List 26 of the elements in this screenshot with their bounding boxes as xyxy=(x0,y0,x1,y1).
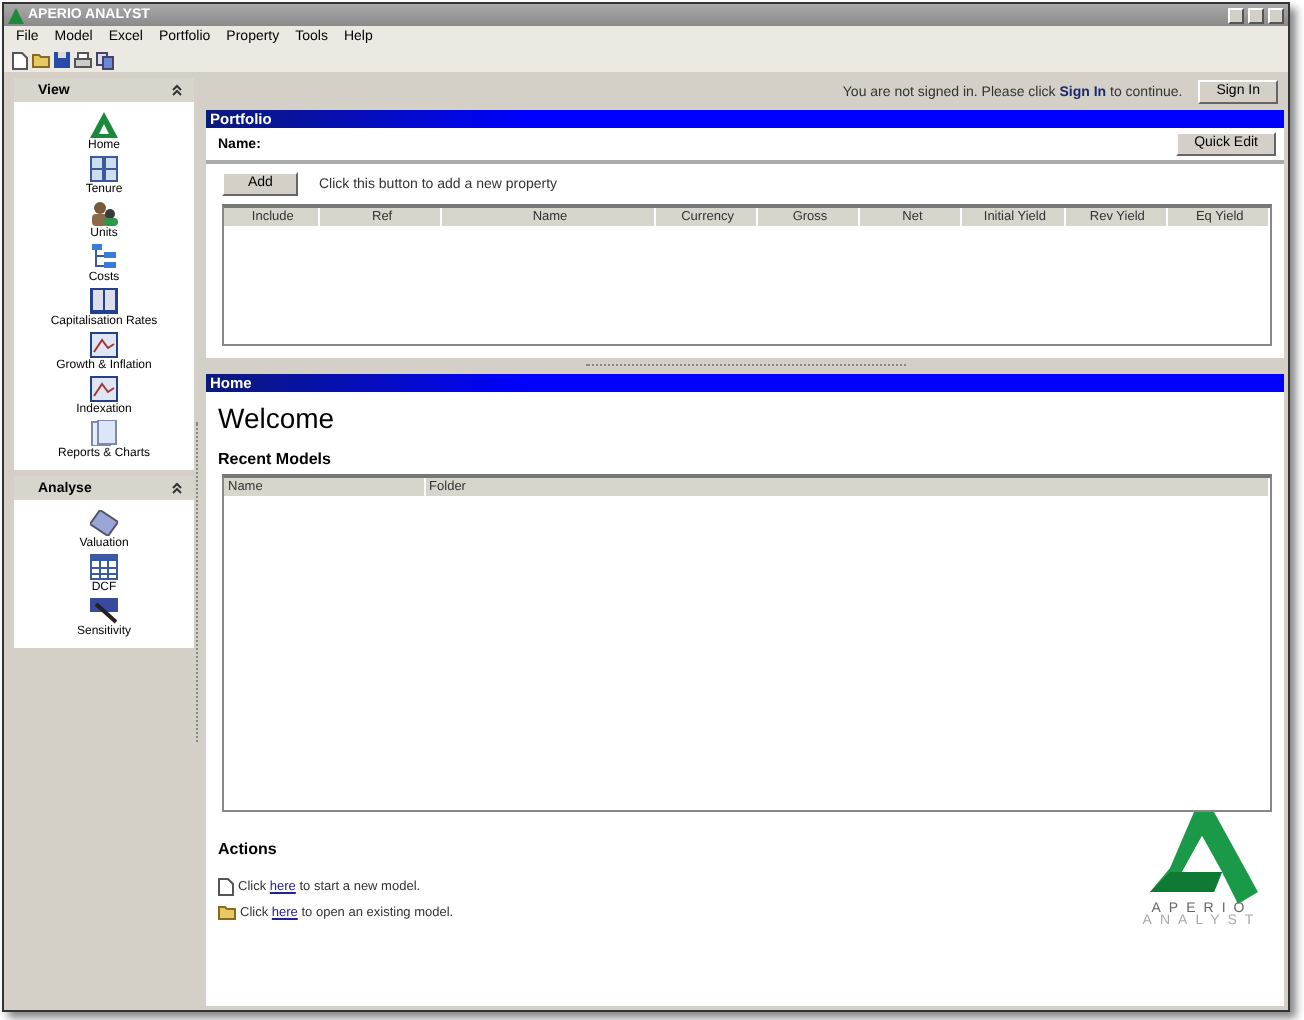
copy-icon xyxy=(96,51,114,69)
page-icon xyxy=(218,878,234,896)
folder-icon xyxy=(32,52,50,68)
maximize-button[interactable] xyxy=(1248,7,1264,23)
actions-heading: Actions xyxy=(218,840,279,862)
page-icon xyxy=(12,51,28,69)
chart-icon xyxy=(89,332,118,358)
tree-icon xyxy=(90,244,118,270)
table-icon xyxy=(90,554,118,580)
close-button[interactable] xyxy=(1268,7,1284,23)
welcome-heading: Welcome xyxy=(216,400,337,438)
collapse-chevron-icon[interactable] xyxy=(172,482,182,494)
collapse-chevron-icon[interactable] xyxy=(172,84,182,96)
printer-icon xyxy=(74,52,92,68)
recent-models-heading: Recent Models xyxy=(216,448,333,472)
folder-icon xyxy=(218,904,236,920)
book-icon xyxy=(90,288,118,314)
floppy-icon xyxy=(54,52,70,68)
triangle-icon xyxy=(89,112,118,138)
minimize-button[interactable] xyxy=(1228,7,1244,23)
triangle-logo-icon xyxy=(1146,812,1258,904)
people-icon xyxy=(90,200,118,226)
grid-icon xyxy=(89,156,118,182)
wand-icon xyxy=(89,598,118,624)
report-icon xyxy=(90,420,118,446)
chart-icon xyxy=(89,376,118,402)
